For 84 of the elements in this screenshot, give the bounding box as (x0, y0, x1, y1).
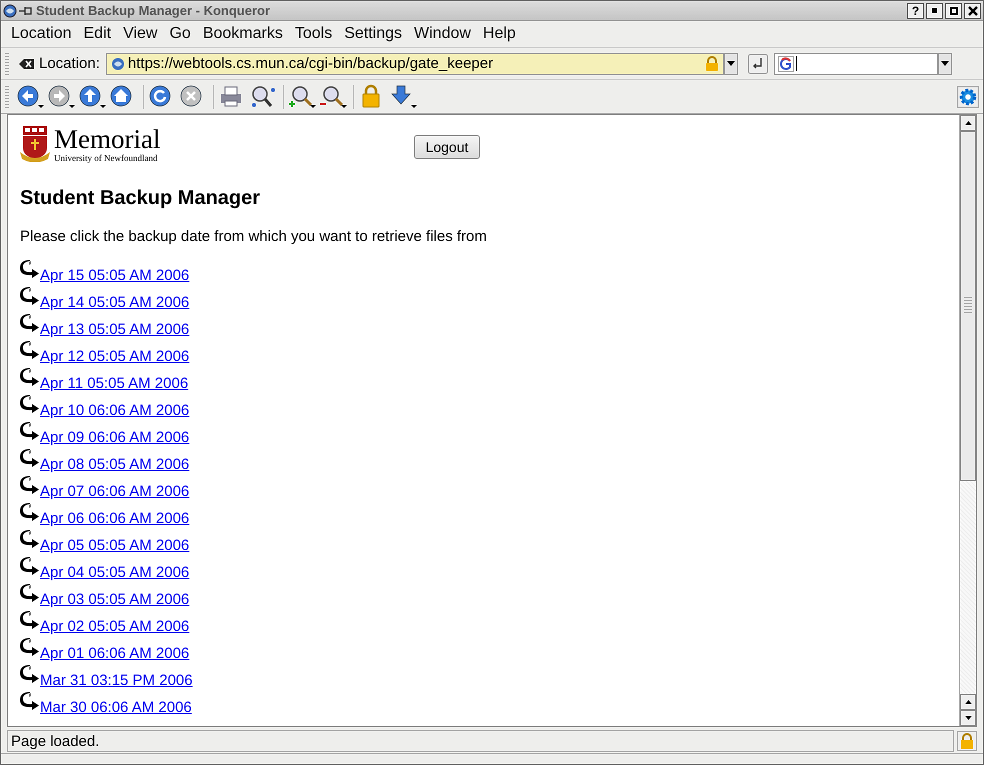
page-heading: Student Backup Manager (20, 187, 262, 210)
forward-icon[interactable] (47, 84, 77, 110)
backup-date-link[interactable]: Apr 06 06:06 AM 2006 (40, 510, 190, 527)
backup-date-link[interactable]: Apr 14 05:05 AM 2006 (40, 294, 190, 311)
backup-date-link[interactable]: Apr 03 05:05 AM 2006 (40, 591, 190, 608)
minimize-button[interactable] (926, 2, 943, 18)
window-title: Student Backup Manager - Konqueror (36, 3, 270, 18)
menu-item[interactable]: Edit (78, 25, 118, 43)
download-icon[interactable] (389, 84, 419, 110)
curved-arrow-icon (20, 503, 40, 521)
up-icon[interactable] (78, 84, 108, 110)
up-arrow-icon (964, 121, 972, 125)
down-arrow-icon (964, 716, 972, 720)
scroll-up-button[interactable] (960, 694, 976, 710)
backup-date-link[interactable]: Apr 13 05:05 AM 2006 (40, 321, 190, 338)
curved-arrow-icon (20, 557, 40, 575)
lock-icon (957, 731, 977, 751)
close-icon (968, 6, 978, 16)
backup-date-link[interactable]: Apr 07 06:06 AM 2006 (40, 483, 190, 500)
backup-date-link[interactable]: Apr 02 05:05 AM 2006 (40, 618, 190, 635)
zoom-out-icon[interactable] (319, 84, 349, 110)
curved-arrow-icon (20, 665, 40, 683)
curved-arrow-icon (20, 368, 40, 386)
lock-icon (704, 56, 719, 72)
caret-icon (726, 61, 735, 66)
menu-item[interactable]: Help (476, 25, 522, 43)
search-field[interactable] (774, 52, 938, 74)
backup-date-link[interactable]: Apr 08 05:05 AM 2006 (40, 456, 190, 473)
location-label: Location: (39, 55, 100, 72)
menu-item[interactable]: Window (408, 25, 477, 43)
caret-icon (940, 61, 949, 66)
logo-name: Memorial (54, 125, 160, 153)
curved-arrow-icon (20, 638, 40, 656)
back-icon[interactable] (16, 84, 46, 110)
instruction-text: Please click the backup date from which you want to retrieve files from (20, 228, 488, 245)
backup-date-link[interactable]: Apr 12 05:05 AM 2006 (40, 348, 190, 365)
backup-date-link[interactable]: Apr 11 05:05 AM 2006 (40, 375, 188, 392)
backup-date-link[interactable]: Apr 01 06:06 AM 2006 (40, 645, 190, 662)
curved-arrow-icon (20, 476, 40, 494)
pin-icon[interactable] (19, 6, 33, 16)
up-arrow-icon (964, 700, 972, 704)
curved-arrow-icon (20, 422, 40, 440)
help-button[interactable]: ? (907, 2, 924, 18)
scroll-down-button[interactable] (960, 710, 976, 726)
konqueror-icon[interactable] (3, 4, 17, 18)
curved-arrow-icon (20, 260, 40, 278)
clear-location-icon[interactable] (19, 58, 35, 70)
curved-arrow-icon (20, 584, 40, 602)
curved-arrow-icon (20, 611, 40, 629)
maximize-button[interactable] (945, 2, 962, 18)
scroll-up-button[interactable] (960, 115, 976, 131)
menu-item[interactable]: View (117, 25, 164, 43)
curved-arrow-icon (20, 449, 40, 467)
backup-date-link[interactable]: Apr 05 05:05 AM 2006 (40, 537, 190, 554)
curved-arrow-icon (20, 287, 40, 305)
logout-button[interactable]: Logout (414, 135, 480, 159)
status-text: Page loaded. (7, 730, 954, 752)
url-field[interactable]: https://webtools.cs.mun.ca/cgi-bin/backup/gate_keeper (106, 52, 724, 74)
menu-item[interactable]: Tools (288, 25, 338, 43)
backup-date-link[interactable]: Apr 15 05:05 AM 2006 (40, 267, 190, 284)
gear-icon[interactable] (957, 86, 979, 108)
backup-date-link[interactable]: Apr 10 06:06 AM 2006 (40, 402, 190, 419)
backup-date-link[interactable]: Mar 31 03:15 PM 2006 (40, 672, 193, 689)
globe-icon (110, 56, 125, 70)
zoom-in-icon[interactable] (288, 84, 318, 110)
menu-item[interactable]: Settings (338, 25, 408, 43)
search-engine-icon (778, 56, 794, 72)
curved-arrow-icon (20, 692, 40, 710)
search-dropdown-button[interactable] (938, 52, 952, 74)
backup-date-link[interactable]: Apr 04 05:05 AM 2006 (40, 564, 190, 581)
close-button[interactable] (964, 2, 981, 18)
menu-item[interactable]: Location (5, 25, 78, 43)
curved-arrow-icon (20, 395, 40, 413)
url-dropdown-button[interactable] (724, 52, 738, 74)
menu-item[interactable]: Go (163, 25, 197, 43)
curved-arrow-icon (20, 341, 40, 359)
crest-icon (20, 126, 50, 162)
backup-date-link[interactable]: Apr 09 06:06 AM 2006 (40, 429, 190, 446)
backup-date-link[interactable]: Mar 30 06:06 AM 2006 (40, 699, 192, 716)
go-icon[interactable] (748, 54, 768, 74)
menu-item[interactable]: Bookmarks (196, 25, 289, 43)
curved-arrow-icon (20, 530, 40, 548)
curved-arrow-icon (20, 314, 40, 332)
logo-subtitle: University of Newfoundland (54, 153, 158, 163)
